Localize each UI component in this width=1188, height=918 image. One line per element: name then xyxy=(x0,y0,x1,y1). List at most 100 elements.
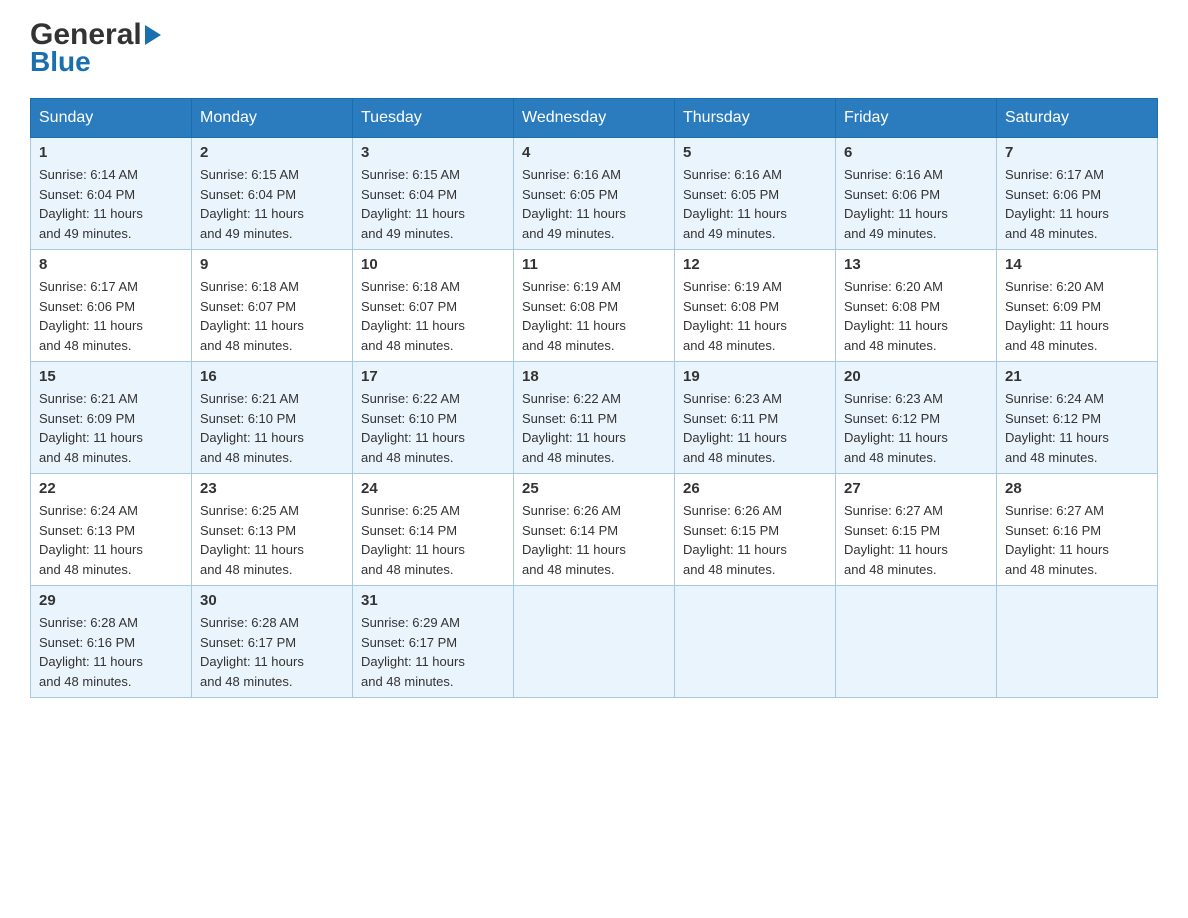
day-info: Sunrise: 6:21 AMSunset: 6:09 PMDaylight:… xyxy=(39,389,183,467)
calendar-cell: 8 Sunrise: 6:17 AMSunset: 6:06 PMDayligh… xyxy=(31,250,192,362)
week-row-1: 1 Sunrise: 6:14 AMSunset: 6:04 PMDayligh… xyxy=(31,138,1158,250)
header-day-monday: Monday xyxy=(192,99,353,138)
calendar-cell: 30 Sunrise: 6:28 AMSunset: 6:17 PMDaylig… xyxy=(192,586,353,698)
calendar-cell: 11 Sunrise: 6:19 AMSunset: 6:08 PMDaylig… xyxy=(514,250,675,362)
day-number: 26 xyxy=(683,480,827,497)
calendar-cell: 29 Sunrise: 6:28 AMSunset: 6:16 PMDaylig… xyxy=(31,586,192,698)
day-number: 27 xyxy=(844,480,988,497)
calendar-cell: 28 Sunrise: 6:27 AMSunset: 6:16 PMDaylig… xyxy=(997,474,1158,586)
day-info: Sunrise: 6:14 AMSunset: 6:04 PMDaylight:… xyxy=(39,165,183,243)
day-info: Sunrise: 6:15 AMSunset: 6:04 PMDaylight:… xyxy=(200,165,344,243)
calendar-cell: 22 Sunrise: 6:24 AMSunset: 6:13 PMDaylig… xyxy=(31,474,192,586)
day-number: 24 xyxy=(361,480,505,497)
day-number: 20 xyxy=(844,368,988,385)
calendar-cell: 24 Sunrise: 6:25 AMSunset: 6:14 PMDaylig… xyxy=(353,474,514,586)
day-number: 21 xyxy=(1005,368,1149,385)
day-info: Sunrise: 6:16 AMSunset: 6:05 PMDaylight:… xyxy=(683,165,827,243)
day-info: Sunrise: 6:26 AMSunset: 6:14 PMDaylight:… xyxy=(522,501,666,579)
day-number: 30 xyxy=(200,592,344,609)
day-number: 29 xyxy=(39,592,183,609)
day-info: Sunrise: 6:26 AMSunset: 6:15 PMDaylight:… xyxy=(683,501,827,579)
day-number: 18 xyxy=(522,368,666,385)
day-number: 16 xyxy=(200,368,344,385)
calendar-cell: 10 Sunrise: 6:18 AMSunset: 6:07 PMDaylig… xyxy=(353,250,514,362)
day-info: Sunrise: 6:22 AMSunset: 6:10 PMDaylight:… xyxy=(361,389,505,467)
calendar-cell xyxy=(675,586,836,698)
day-info: Sunrise: 6:17 AMSunset: 6:06 PMDaylight:… xyxy=(39,277,183,355)
week-row-5: 29 Sunrise: 6:28 AMSunset: 6:16 PMDaylig… xyxy=(31,586,1158,698)
day-number: 17 xyxy=(361,368,505,385)
day-info: Sunrise: 6:28 AMSunset: 6:17 PMDaylight:… xyxy=(200,613,344,691)
day-info: Sunrise: 6:18 AMSunset: 6:07 PMDaylight:… xyxy=(361,277,505,355)
calendar-cell: 6 Sunrise: 6:16 AMSunset: 6:06 PMDayligh… xyxy=(836,138,997,250)
day-info: Sunrise: 6:20 AMSunset: 6:08 PMDaylight:… xyxy=(844,277,988,355)
day-number: 12 xyxy=(683,256,827,273)
day-info: Sunrise: 6:27 AMSunset: 6:16 PMDaylight:… xyxy=(1005,501,1149,579)
day-number: 7 xyxy=(1005,144,1149,161)
day-info: Sunrise: 6:28 AMSunset: 6:16 PMDaylight:… xyxy=(39,613,183,691)
header-day-sunday: Sunday xyxy=(31,99,192,138)
calendar-cell xyxy=(836,586,997,698)
logo-blue: Blue xyxy=(30,46,91,78)
calendar-cell xyxy=(514,586,675,698)
calendar-cell: 23 Sunrise: 6:25 AMSunset: 6:13 PMDaylig… xyxy=(192,474,353,586)
header-day-friday: Friday xyxy=(836,99,997,138)
calendar-cell: 19 Sunrise: 6:23 AMSunset: 6:11 PMDaylig… xyxy=(675,362,836,474)
day-number: 15 xyxy=(39,368,183,385)
day-number: 10 xyxy=(361,256,505,273)
header-day-tuesday: Tuesday xyxy=(353,99,514,138)
calendar-cell: 9 Sunrise: 6:18 AMSunset: 6:07 PMDayligh… xyxy=(192,250,353,362)
day-info: Sunrise: 6:24 AMSunset: 6:13 PMDaylight:… xyxy=(39,501,183,579)
day-number: 6 xyxy=(844,144,988,161)
calendar-cell: 13 Sunrise: 6:20 AMSunset: 6:08 PMDaylig… xyxy=(836,250,997,362)
day-info: Sunrise: 6:18 AMSunset: 6:07 PMDaylight:… xyxy=(200,277,344,355)
day-info: Sunrise: 6:19 AMSunset: 6:08 PMDaylight:… xyxy=(522,277,666,355)
day-info: Sunrise: 6:19 AMSunset: 6:08 PMDaylight:… xyxy=(683,277,827,355)
calendar-cell: 18 Sunrise: 6:22 AMSunset: 6:11 PMDaylig… xyxy=(514,362,675,474)
day-info: Sunrise: 6:24 AMSunset: 6:12 PMDaylight:… xyxy=(1005,389,1149,467)
page-header: General Blue xyxy=(30,20,1158,78)
calendar-cell: 1 Sunrise: 6:14 AMSunset: 6:04 PMDayligh… xyxy=(31,138,192,250)
day-number: 2 xyxy=(200,144,344,161)
day-info: Sunrise: 6:23 AMSunset: 6:12 PMDaylight:… xyxy=(844,389,988,467)
day-number: 13 xyxy=(844,256,988,273)
calendar-cell: 3 Sunrise: 6:15 AMSunset: 6:04 PMDayligh… xyxy=(353,138,514,250)
day-number: 11 xyxy=(522,256,666,273)
day-info: Sunrise: 6:16 AMSunset: 6:06 PMDaylight:… xyxy=(844,165,988,243)
calendar-table: SundayMondayTuesdayWednesdayThursdayFrid… xyxy=(30,98,1158,698)
day-info: Sunrise: 6:23 AMSunset: 6:11 PMDaylight:… xyxy=(683,389,827,467)
day-number: 23 xyxy=(200,480,344,497)
day-number: 1 xyxy=(39,144,183,161)
day-info: Sunrise: 6:17 AMSunset: 6:06 PMDaylight:… xyxy=(1005,165,1149,243)
day-number: 8 xyxy=(39,256,183,273)
header-row: SundayMondayTuesdayWednesdayThursdayFrid… xyxy=(31,99,1158,138)
calendar-cell: 2 Sunrise: 6:15 AMSunset: 6:04 PMDayligh… xyxy=(192,138,353,250)
calendar-cell: 26 Sunrise: 6:26 AMSunset: 6:15 PMDaylig… xyxy=(675,474,836,586)
calendar-cell: 15 Sunrise: 6:21 AMSunset: 6:09 PMDaylig… xyxy=(31,362,192,474)
day-info: Sunrise: 6:16 AMSunset: 6:05 PMDaylight:… xyxy=(522,165,666,243)
week-row-3: 15 Sunrise: 6:21 AMSunset: 6:09 PMDaylig… xyxy=(31,362,1158,474)
day-number: 22 xyxy=(39,480,183,497)
day-number: 19 xyxy=(683,368,827,385)
header-day-wednesday: Wednesday xyxy=(514,99,675,138)
calendar-cell: 5 Sunrise: 6:16 AMSunset: 6:05 PMDayligh… xyxy=(675,138,836,250)
week-row-2: 8 Sunrise: 6:17 AMSunset: 6:06 PMDayligh… xyxy=(31,250,1158,362)
day-number: 14 xyxy=(1005,256,1149,273)
calendar-cell: 27 Sunrise: 6:27 AMSunset: 6:15 PMDaylig… xyxy=(836,474,997,586)
day-info: Sunrise: 6:21 AMSunset: 6:10 PMDaylight:… xyxy=(200,389,344,467)
day-info: Sunrise: 6:20 AMSunset: 6:09 PMDaylight:… xyxy=(1005,277,1149,355)
calendar-cell: 12 Sunrise: 6:19 AMSunset: 6:08 PMDaylig… xyxy=(675,250,836,362)
calendar-cell xyxy=(997,586,1158,698)
day-number: 4 xyxy=(522,144,666,161)
header-day-thursday: Thursday xyxy=(675,99,836,138)
day-info: Sunrise: 6:27 AMSunset: 6:15 PMDaylight:… xyxy=(844,501,988,579)
calendar-cell: 25 Sunrise: 6:26 AMSunset: 6:14 PMDaylig… xyxy=(514,474,675,586)
day-info: Sunrise: 6:15 AMSunset: 6:04 PMDaylight:… xyxy=(361,165,505,243)
calendar-cell: 31 Sunrise: 6:29 AMSunset: 6:17 PMDaylig… xyxy=(353,586,514,698)
calendar-cell: 17 Sunrise: 6:22 AMSunset: 6:10 PMDaylig… xyxy=(353,362,514,474)
calendar-cell: 14 Sunrise: 6:20 AMSunset: 6:09 PMDaylig… xyxy=(997,250,1158,362)
calendar-cell: 7 Sunrise: 6:17 AMSunset: 6:06 PMDayligh… xyxy=(997,138,1158,250)
logo-arrow-icon xyxy=(145,25,161,45)
day-number: 31 xyxy=(361,592,505,609)
calendar-cell: 21 Sunrise: 6:24 AMSunset: 6:12 PMDaylig… xyxy=(997,362,1158,474)
